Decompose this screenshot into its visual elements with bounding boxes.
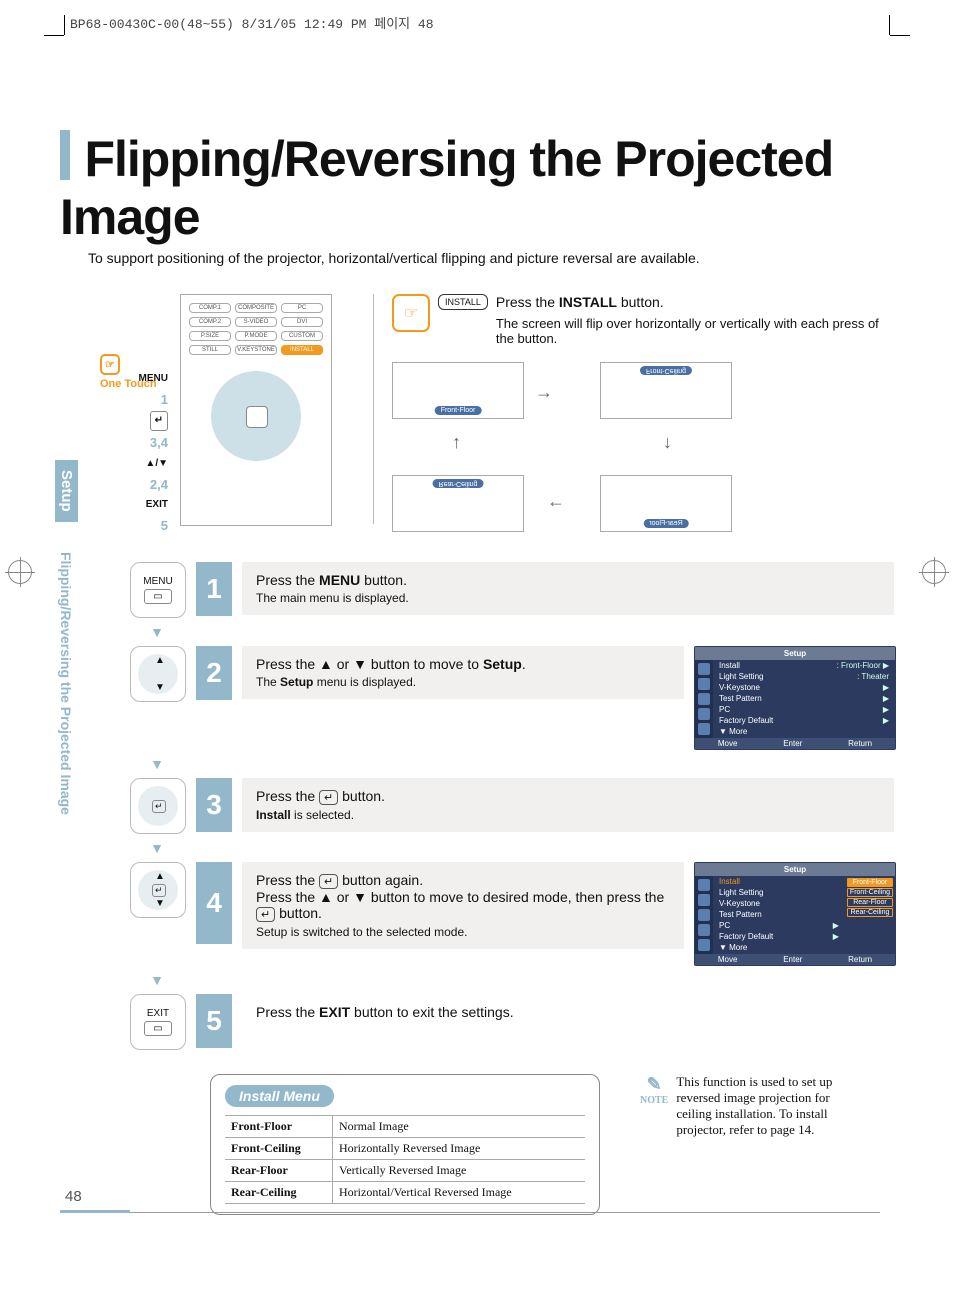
remote-btn: DVI	[281, 317, 323, 327]
title-accent-bar	[60, 130, 70, 180]
install-desc: The screen will flip over horizontally o…	[496, 316, 894, 346]
step-number: 2	[196, 646, 232, 700]
step-body: Press the ▲ or ▼ button to move to Setup…	[242, 646, 684, 699]
enter-icon: ↵	[256, 907, 275, 922]
remote-dpad	[211, 371, 301, 461]
step-number: 1	[196, 562, 232, 616]
enter-icon: ↵	[319, 790, 338, 805]
remote-btn: PC	[281, 303, 323, 313]
enter-icon: ↵	[319, 874, 338, 889]
dpad-enter-icon: ↵	[130, 778, 186, 834]
arrow-up-icon: ↑	[452, 432, 461, 453]
side-tab-topic: Flipping/Reversing the Projected Image	[55, 522, 77, 825]
side-tab: Setup Flipping/Reversing the Projected I…	[55, 460, 79, 825]
step-body: Press the ↵ button again. Press the ▲ or…	[242, 862, 684, 949]
arrow-right-icon: →	[535, 382, 553, 403]
remote-btn: COMP.1	[189, 303, 231, 313]
step-number: 4	[196, 862, 232, 944]
remote-btn-install: INSTALL	[281, 345, 323, 355]
osd-install-submenu: Setup Install Light Setting V-Keystone T…	[694, 862, 896, 966]
step-body: Press the EXIT button to exit the settin…	[242, 994, 894, 1030]
step-body: Press the ↵ button. Install is selected.	[242, 778, 894, 832]
osd-setup-menu: Setup Install: Front-Floor ▶ Light Setti…	[694, 646, 896, 750]
crop-header: BP68-00430C-00(48~55) 8/31/05 12:49 PM 페…	[70, 13, 434, 32]
chevron-down-icon: ▼	[130, 624, 184, 640]
chevron-down-icon: ▼	[130, 756, 184, 772]
remote-btn: P.MODE	[235, 331, 277, 341]
remote-btn: S-VIDEO	[235, 317, 277, 327]
remote-btn: COMPOSITE	[235, 303, 277, 313]
remote-step-refs: MENU 1 ↵ 3,4 ▲/▼ 2,4 EXIT 5	[120, 370, 168, 538]
exit-button-icon: EXIT▭	[130, 994, 186, 1050]
note-block: ✎NOTE This function is used to set up re…	[640, 1074, 840, 1215]
hand-icon: ☞	[392, 294, 430, 332]
install-menu-pill: Install Menu	[225, 1085, 334, 1107]
note-text: This function is used to set up reversed…	[676, 1074, 840, 1138]
menu-button-icon: MENU▭	[130, 562, 186, 618]
remote-btn: P.SIZE	[189, 331, 231, 341]
chevron-down-icon: ▼	[130, 972, 184, 988]
chevron-down-icon: ▼	[130, 840, 184, 856]
remote-diagram: COMP.1 COMPOSITE PC COMP.2 S-VIDEO DVI P…	[180, 294, 332, 526]
note-icon: ✎	[640, 1074, 668, 1095]
dpad-icon: ▲▼	[130, 646, 186, 702]
flip-cycle-diagram: Front-Floor Front-Ceiling Rear-Ceiling R…	[392, 362, 732, 532]
remote-btn: V.KEYSTONE	[235, 345, 277, 355]
arrow-left-icon: ←	[547, 491, 565, 512]
page-subtitle: To support positioning of the projector,…	[88, 250, 894, 266]
step-number: 5	[196, 994, 232, 1048]
remote-btn: CUSTOM	[281, 331, 323, 341]
remote-btn: STILL	[189, 345, 231, 355]
step-number: 3	[196, 778, 232, 832]
side-tab-section: Setup	[55, 460, 78, 522]
page-title: Flipping/Reversing the Projected Image	[60, 131, 833, 245]
install-menu-table: Install Menu Front-FloorNormal Image Fro…	[210, 1074, 600, 1215]
remote-btn: COMP.2	[189, 317, 231, 327]
dpad-icon: ▲▼↵	[130, 862, 186, 918]
install-button-icon: INSTALL	[438, 294, 488, 310]
arrow-down-icon: ↓	[663, 432, 672, 453]
step-body: Press the MENU button. The main menu is …	[242, 562, 894, 615]
page-number: 48	[65, 1188, 82, 1205]
install-press-line: Press the INSTALL button.	[496, 294, 894, 310]
